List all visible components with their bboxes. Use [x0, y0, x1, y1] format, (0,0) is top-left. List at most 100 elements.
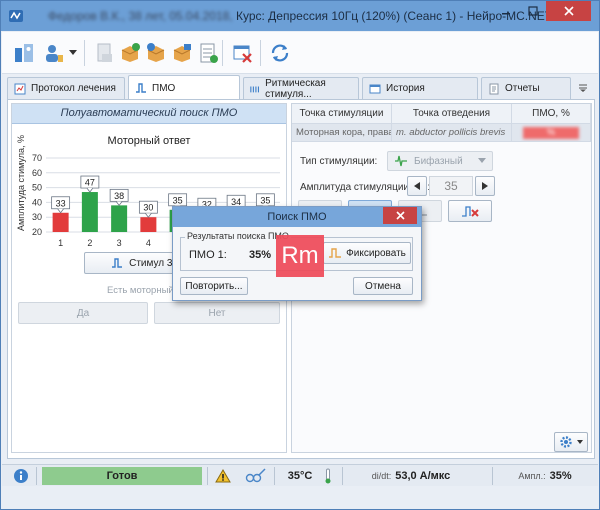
- overflow-menu-icon: [579, 84, 587, 92]
- yes-button[interactable]: Да: [18, 302, 148, 324]
- chevron-down-icon: [577, 439, 583, 444]
- tab-history[interactable]: История: [362, 77, 478, 99]
- settings-button[interactable]: [554, 432, 588, 452]
- no-label: Нет: [208, 307, 226, 319]
- status-bar: Готов 35°C di/dt: 53,0 А/мкс Ампл.: 35%: [2, 464, 598, 486]
- tab-label: История: [386, 83, 425, 94]
- panel-header: Полуавтоматический поиск ПМО: [12, 104, 286, 124]
- x-tick-label: 4: [146, 238, 151, 248]
- y-tick-label: 40: [32, 197, 42, 207]
- table-row[interactable]: Моторная кора, правая р... m. abductor p…: [292, 124, 591, 142]
- minimize-button[interactable]: [492, 1, 519, 21]
- cancel-label: Отмена: [365, 280, 401, 292]
- warning-icon: [215, 469, 231, 483]
- dialog-close-button[interactable]: [383, 207, 417, 224]
- stim-type-select[interactable]: Бифазный: [387, 151, 493, 171]
- data-label: 35: [173, 195, 183, 205]
- data-label: 35: [260, 195, 270, 205]
- pmo-value: 35%: [249, 249, 272, 261]
- tab-strip: Протокол лечения ПМО Ритмическая стимуля…: [7, 75, 595, 100]
- chevron-down-icon: [478, 158, 486, 163]
- y-tick-label: 70: [32, 153, 42, 163]
- points-table-header: Точка стимуляции Точка отведения ПМО, %: [292, 104, 591, 124]
- no-button[interactable]: Нет: [154, 302, 280, 324]
- pulse-delete-icon: [462, 206, 479, 217]
- data-label: 33: [56, 198, 66, 208]
- x-tick-label: 3: [117, 238, 122, 248]
- patient-icon: [46, 45, 63, 62]
- fix-button[interactable]: Фиксировать: [323, 242, 411, 264]
- gear-icon: [560, 436, 572, 448]
- history-icon: [369, 84, 381, 93]
- minimize-icon: [501, 13, 510, 15]
- data-label-pointer: [115, 201, 123, 207]
- column-header: ПМО, %: [512, 104, 591, 123]
- data-label-pointer: [86, 187, 94, 193]
- watermark-logo: Rm: [276, 235, 324, 277]
- yes-label: Да: [76, 307, 90, 319]
- didt-label: di/dt:: [371, 471, 392, 481]
- tab-pmo[interactable]: ПМО: [128, 75, 240, 100]
- coil-icon: [245, 468, 266, 483]
- toolbar-delete-button[interactable]: [228, 39, 256, 67]
- box-export-icon: [173, 44, 191, 62]
- amplitude-value[interactable]: 35: [429, 176, 473, 196]
- didt-value: 53,0 А/мкс: [395, 470, 451, 482]
- maximize-icon: [527, 6, 538, 16]
- pulse-icon: [136, 83, 146, 93]
- pmo-label: ПМО 1:: [189, 249, 227, 261]
- table-cell: m. abductor pollicis brevis: [392, 124, 512, 141]
- maximize-button[interactable]: [519, 1, 546, 21]
- bar: [81, 192, 98, 232]
- box-icon: [147, 43, 165, 62]
- toolbar-box-button[interactable]: [142, 39, 170, 67]
- toolbar-patient-button[interactable]: [40, 39, 68, 67]
- toolbar-document-button[interactable]: [90, 39, 118, 67]
- tab-reports[interactable]: Отчеты: [481, 77, 571, 99]
- amplitude-decrease-button[interactable]: [407, 176, 427, 196]
- y-tick-label: 60: [32, 168, 42, 178]
- ampl-label: Ампл.:: [518, 471, 546, 481]
- repeat-button[interactable]: Повторить...: [180, 277, 248, 295]
- data-label-pointer: [145, 212, 152, 218]
- close-window-button[interactable]: [546, 1, 591, 21]
- bar: [111, 205, 128, 232]
- info-icon: [14, 469, 28, 483]
- table-cell-pmo: %: [512, 124, 591, 141]
- ampl-value: 35%: [549, 470, 572, 482]
- chevron-left-icon: [414, 182, 420, 190]
- pulse-icon: [329, 248, 342, 258]
- report-icon: [489, 83, 499, 94]
- bar: [140, 217, 157, 232]
- toolbar-refresh-button[interactable]: [266, 39, 294, 67]
- info-button[interactable]: [10, 467, 32, 485]
- toolbar-stimulator-button[interactable]: [10, 39, 38, 67]
- toolbar-box-export-button[interactable]: [168, 39, 196, 67]
- remove-point-button[interactable]: [448, 200, 492, 222]
- y-tick-label: 30: [32, 212, 42, 222]
- tab-overflow-button[interactable]: [575, 81, 591, 95]
- tab-protocol[interactable]: Протокол лечения: [7, 77, 125, 99]
- tab-rhythmic[interactable]: Ритмическая стимуля...: [243, 77, 359, 100]
- patient-name-redacted: Федоров В.К., 38 лет, 05.04.2018,: [47, 9, 233, 23]
- thermometer-icon: [325, 468, 331, 484]
- pulse-icon: [112, 258, 123, 268]
- tab-label: ПМО: [152, 82, 176, 94]
- toolbar-box-add-button[interactable]: [116, 39, 144, 67]
- chevron-right-icon: [482, 182, 488, 190]
- toolbar-checklist-button[interactable]: [194, 39, 222, 67]
- y-tick-label: 50: [32, 183, 42, 193]
- column-header: Точка отведения: [392, 104, 512, 123]
- toolbar-patient-dropdown[interactable]: [66, 39, 80, 67]
- status-ready: Готов: [42, 467, 202, 485]
- amplitude-increase-button[interactable]: [475, 176, 495, 196]
- biphasic-wave-icon: [395, 155, 407, 167]
- chart-title: Моторный ответ: [108, 135, 191, 147]
- close-icon: [395, 211, 405, 220]
- rhythm-icon: [250, 85, 259, 92]
- data-label: 47: [85, 178, 95, 188]
- warning-indicator[interactable]: [213, 467, 233, 485]
- cancel-button[interactable]: Отмена: [353, 277, 413, 295]
- data-label-pointer: [57, 208, 64, 214]
- stim-type-value: Бифазный: [414, 155, 463, 167]
